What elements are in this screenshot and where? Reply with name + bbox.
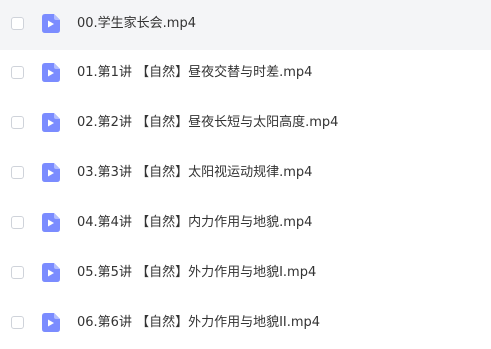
file-row[interactable]: 04.第4讲 【自然】内力作用与地貌.mp4 [0,199,491,249]
file-checkbox[interactable] [11,166,24,179]
file-checkbox[interactable] [11,17,24,30]
video-file-icon [42,163,60,182]
file-name[interactable]: 04.第4讲 【自然】内力作用与地貌.mp4 [77,213,312,233]
video-file-icon [42,113,60,132]
file-row[interactable]: 05.第5讲 【自然】外力作用与地貌I.mp4 [0,249,491,299]
file-checkbox[interactable] [11,66,24,79]
file-name[interactable]: 06.第6讲 【自然】外力作用与地貌II.mp4 [77,313,320,333]
video-file-icon [42,263,60,282]
file-checkbox[interactable] [11,266,24,279]
file-row[interactable]: 06.第6讲 【自然】外力作用与地貌II.mp4 [0,299,491,349]
file-checkbox[interactable] [11,116,24,129]
file-checkbox[interactable] [11,216,24,229]
file-row[interactable]: 01.第1讲 【自然】昼夜交替与时差.mp4 [0,49,491,99]
file-row[interactable]: 00.学生家长会.mp4 [0,0,491,50]
video-file-icon [42,313,60,332]
file-name[interactable]: 05.第5讲 【自然】外力作用与地貌I.mp4 [77,263,316,283]
file-name[interactable]: 00.学生家长会.mp4 [77,14,196,34]
video-file-icon [42,63,60,82]
file-row[interactable]: 02.第2讲 【自然】昼夜长短与太阳高度.mp4 [0,99,491,149]
file-name[interactable]: 02.第2讲 【自然】昼夜长短与太阳高度.mp4 [77,113,338,133]
file-name[interactable]: 03.第3讲 【自然】太阳视运动规律.mp4 [77,163,312,183]
file-list: 00.学生家长会.mp4 01.第1讲 【自然】昼夜交替与时差.mp4 02.第… [0,0,491,332]
file-checkbox[interactable] [11,316,24,329]
video-file-icon [42,213,60,232]
video-file-icon [42,14,60,33]
file-row[interactable]: 03.第3讲 【自然】太阳视运动规律.mp4 [0,149,491,199]
file-name[interactable]: 01.第1讲 【自然】昼夜交替与时差.mp4 [77,63,312,83]
